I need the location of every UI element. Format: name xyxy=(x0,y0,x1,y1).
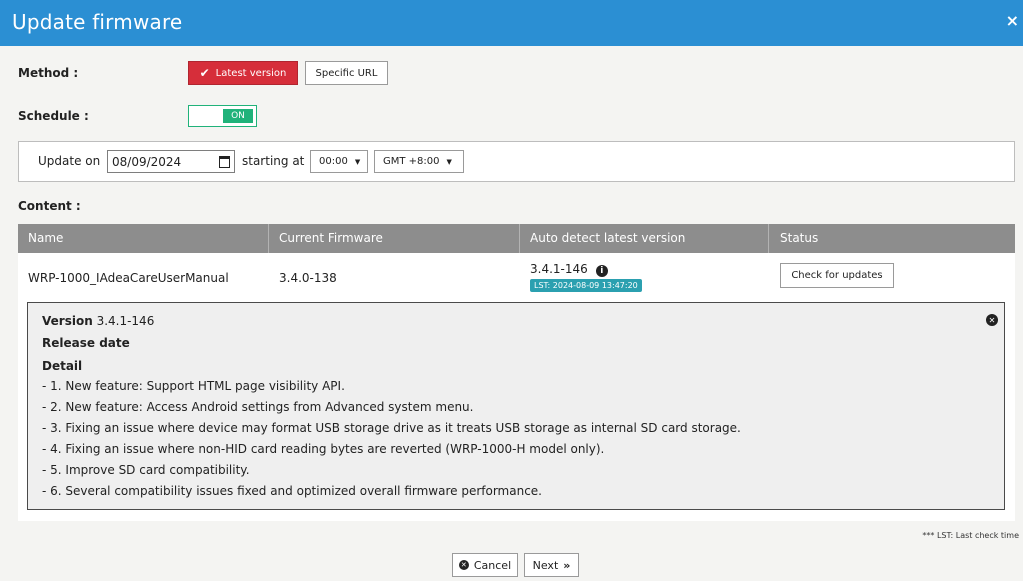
version-value: 3.4.1-146 xyxy=(96,314,155,328)
check-for-updates-label: Check for updates xyxy=(791,270,883,281)
caret-down-icon: ▼ xyxy=(446,157,452,166)
detail-label: Detail xyxy=(42,359,83,373)
latest-version-button[interactable]: ✔ Latest version xyxy=(188,61,298,85)
double-chevron-right-icon: » xyxy=(563,558,571,572)
column-divider xyxy=(519,224,520,253)
column-header-name: Name xyxy=(28,231,64,245)
column-header-auto-detect: Auto detect latest version xyxy=(530,231,686,245)
check-for-updates-button[interactable]: Check for updates xyxy=(780,263,894,288)
calendar-icon[interactable] xyxy=(219,156,230,168)
schedule-settings-box: Update on 08/09/2024 starting at 00:00 ▼… xyxy=(18,141,1015,182)
detail-line: - 3. Fixing an issue where device may fo… xyxy=(42,421,741,435)
column-divider xyxy=(268,224,269,253)
schedule-toggle[interactable]: ON xyxy=(188,105,257,127)
dialog-title: Update firmware xyxy=(12,10,183,34)
toggle-on-label: ON xyxy=(223,109,253,123)
release-details-container: Version 3.4.1-146 ✕ Release date Detail … xyxy=(18,299,1015,521)
row-name: WRP-1000_IAdeaCareUserManual xyxy=(28,271,229,285)
latest-version-value: 3.4.1-146 xyxy=(530,262,588,276)
version-line: Version 3.4.1-146 xyxy=(42,314,154,328)
table-row: WRP-1000_IAdeaCareUserManual 3.4.0-138 3… xyxy=(18,253,1015,299)
caret-down-icon: ▼ xyxy=(354,157,361,166)
detail-line: - 1. New feature: Support HTML page visi… xyxy=(42,379,345,393)
column-divider xyxy=(768,224,769,253)
detail-line: - 5. Improve SD card compatibility. xyxy=(42,463,250,477)
detail-line: - 4. Fixing an issue where non-HID card … xyxy=(42,442,605,456)
method-label: Method : xyxy=(18,66,79,80)
specific-url-button[interactable]: Specific URL xyxy=(305,61,388,85)
column-header-current-firmware: Current Firmware xyxy=(279,231,383,245)
row-latest-version: 3.4.1-146 i xyxy=(530,262,608,277)
time-value: 00:00 xyxy=(319,156,348,167)
next-label: Next xyxy=(532,558,559,572)
timezone-dropdown[interactable]: GMT +8:00 ▼ xyxy=(374,150,464,173)
close-details-icon[interactable]: ✕ xyxy=(986,314,998,326)
cancel-label: Cancel xyxy=(473,558,512,572)
detail-line: - 6. Several compatibility issues fixed … xyxy=(42,484,542,498)
schedule-label: Schedule : xyxy=(18,109,89,123)
content-label: Content : xyxy=(18,199,81,213)
release-date-label: Release date xyxy=(42,336,130,350)
version-label: Version xyxy=(42,314,93,328)
check-icon: ✔ xyxy=(199,66,210,80)
close-icon[interactable]: × xyxy=(1006,11,1019,30)
latest-version-label: Latest version xyxy=(215,67,287,79)
lst-badge: LST: 2024-08-09 13:47:20 xyxy=(530,279,642,292)
lst-footnote: *** LST: Last check time xyxy=(922,531,1019,540)
table-header: Name Current Firmware Auto detect latest… xyxy=(18,224,1015,253)
date-input[interactable]: 08/09/2024 xyxy=(107,150,235,173)
date-value: 08/09/2024 xyxy=(112,155,182,169)
release-details-panel: Version 3.4.1-146 ✕ Release date Detail … xyxy=(27,302,1005,510)
cancel-icon: ✕ xyxy=(458,560,469,570)
dialog-title-bar: Update firmware × xyxy=(0,0,1023,46)
column-header-status: Status xyxy=(780,231,819,245)
starting-at-label: starting at xyxy=(242,154,305,168)
cancel-button[interactable]: ✕ Cancel xyxy=(452,553,518,577)
row-current-firmware: 3.4.0-138 xyxy=(279,271,337,285)
detail-line: - 2. New feature: Access Android setting… xyxy=(42,400,474,414)
specific-url-label: Specific URL xyxy=(315,67,378,79)
info-icon[interactable]: i xyxy=(595,265,608,277)
time-dropdown[interactable]: 00:00 ▼ xyxy=(310,150,368,173)
update-on-label: Update on xyxy=(38,154,101,168)
next-button[interactable]: Next » xyxy=(524,553,579,577)
timezone-value: GMT +8:00 xyxy=(383,156,440,167)
